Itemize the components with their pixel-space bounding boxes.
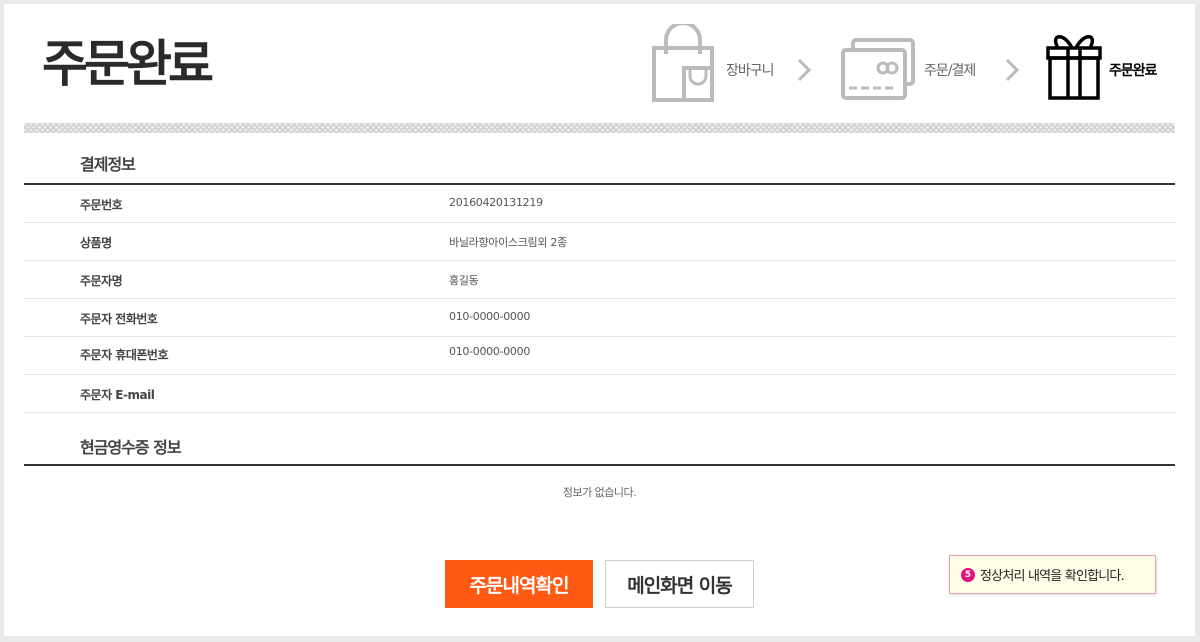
section-divider (24, 464, 1175, 466)
table-row: 주문자명 홍길동 (24, 261, 1175, 299)
orderer-mobile-value: 010-0000-0000 (449, 345, 531, 358)
row-label: 상품명 (80, 236, 112, 250)
cash-receipt-title: 현금영수증 정보 (80, 438, 182, 457)
table-row: 주문자 E-mail (24, 375, 1175, 413)
row-label: 주문자 전화번호 (80, 312, 158, 326)
gift-box-icon (1046, 35, 1102, 100)
shopping-bag-icon (652, 24, 714, 102)
credit-card-icon (841, 38, 915, 100)
step-label-complete: 주문완료 (1109, 63, 1158, 79)
guide-tooltip: 5 정상처리 내역을 확인합니다. (949, 555, 1156, 594)
tooltip-number-badge: 5 (961, 567, 975, 582)
table-row: 주문자 전화번호 010-0000-0000 (24, 299, 1175, 337)
table-row: 주문자 휴대폰번호 010-0000-0000 (24, 337, 1175, 375)
product-name-value: 바닐라향아이스크림외 2종 (449, 236, 567, 249)
chevron-right-icon (797, 58, 811, 82)
row-label: 주문자 휴대폰번호 (80, 348, 169, 362)
tooltip-text: 정상처리 내역을 확인합니다. (980, 569, 1125, 584)
row-label: 주문자 E-mail (80, 388, 155, 402)
row-label: 주문자명 (80, 274, 123, 288)
order-complete-panel: 주문완료 장바구니 주문/결제 주문완료 결제정보 주문번호 201604201… (4, 4, 1195, 636)
payment-info-table: 주문번호 20160420131219 상품명 바닐라향아이스크림외 2종 주문… (24, 185, 1175, 413)
order-number-value: 20160420131219 (449, 196, 543, 209)
page-title: 주문완료 (42, 35, 214, 93)
table-row: 상품명 바닐라향아이스크림외 2종 (24, 223, 1175, 261)
orderer-name-value: 홍길동 (449, 274, 479, 287)
order-steps: 장바구니 주문/결제 주문완료 (644, 24, 1174, 109)
cash-receipt-empty-message: 정보가 없습니다. (562, 486, 637, 499)
zigzag-divider (24, 123, 1175, 133)
step-label-cart: 장바구니 (726, 63, 775, 79)
orderer-phone-value: 010-0000-0000 (449, 310, 531, 323)
step-label-checkout: 주문/결제 (924, 63, 976, 79)
payment-info-title: 결제정보 (80, 155, 136, 174)
chevron-right-icon (1005, 58, 1019, 82)
row-label: 주문번호 (80, 198, 123, 212)
table-row: 주문번호 20160420131219 (24, 185, 1175, 223)
order-history-button[interactable]: 주문내역확인 (445, 560, 593, 608)
go-main-button[interactable]: 메인화면 이동 (605, 560, 754, 608)
